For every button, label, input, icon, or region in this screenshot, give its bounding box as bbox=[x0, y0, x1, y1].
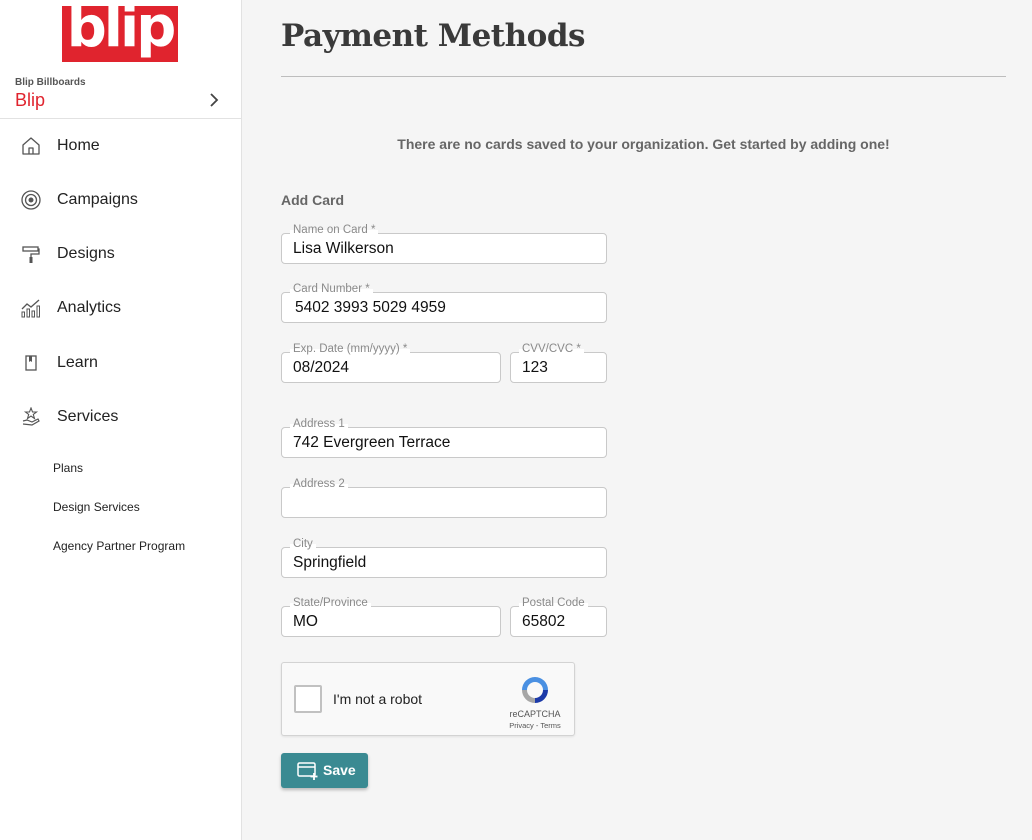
city-value: Springfield bbox=[293, 554, 367, 571]
state-field[interactable]: State/Province MO bbox=[281, 597, 501, 637]
sidebar-item-services[interactable]: Services bbox=[0, 395, 241, 439]
sidebar-subitem-design-services[interactable]: Design Services bbox=[53, 500, 140, 514]
sidebar-item-analytics[interactable]: Analytics bbox=[0, 286, 241, 330]
recaptcha-widget: I'm not a robot reCAPTCHA Privacy - Term… bbox=[281, 662, 575, 736]
exp-date-field[interactable]: Exp. Date (mm/yyyy) * 08/2024 bbox=[281, 343, 501, 383]
cvv-value: 123 bbox=[522, 359, 548, 376]
card-number-field[interactable]: Card Number * 5402 3993 5029 4959 bbox=[281, 283, 607, 323]
cvv-label: CVV/CVC * bbox=[519, 343, 584, 355]
add-card-heading: Add Card bbox=[281, 192, 344, 208]
sidebar-subitem-agency-partner-program[interactable]: Agency Partner Program bbox=[53, 539, 185, 553]
page-title: Payment Methods bbox=[281, 18, 585, 54]
sidebar-item-campaigns[interactable]: Campaigns bbox=[0, 178, 241, 222]
hand-star-icon bbox=[20, 406, 42, 428]
name-on-card-field[interactable]: Name on Card * Lisa Wilkerson bbox=[281, 224, 607, 264]
card-number-value: 5402 3993 5029 4959 bbox=[295, 299, 446, 316]
name-on-card-label: Name on Card * bbox=[290, 224, 379, 236]
cvv-field[interactable]: CVV/CVC * 123 bbox=[510, 343, 607, 383]
empty-cards-message: There are no cards saved to your organiz… bbox=[397, 136, 890, 152]
state-value: MO bbox=[293, 613, 318, 630]
save-button-label: Save bbox=[323, 762, 356, 778]
address1-label: Address 1 bbox=[290, 418, 348, 430]
address2-label: Address 2 bbox=[290, 478, 348, 490]
card-add-icon bbox=[297, 762, 319, 780]
sidebar: blip Blip Billboards Blip Home Campaigns… bbox=[0, 0, 242, 840]
address1-value: 742 Evergreen Terrace bbox=[293, 434, 451, 451]
sidebar-item-designs[interactable]: Designs bbox=[0, 232, 241, 276]
sidebar-divider bbox=[0, 118, 241, 119]
sidebar-item-learn[interactable]: Learn bbox=[0, 341, 241, 385]
recaptcha-logo-icon bbox=[519, 674, 551, 706]
sidebar-item-label: Home bbox=[57, 137, 100, 154]
sidebar-item-home[interactable]: Home bbox=[0, 124, 241, 168]
postal-code-field[interactable]: Postal Code 65802 bbox=[510, 597, 607, 637]
recaptcha-terms-link[interactable]: Privacy - Terms bbox=[500, 721, 570, 730]
sidebar-subitem-plans[interactable]: Plans bbox=[53, 461, 83, 475]
city-field[interactable]: City Springfield bbox=[281, 538, 607, 578]
postal-code-value: 65802 bbox=[522, 613, 566, 630]
save-button[interactable]: Save bbox=[281, 753, 368, 788]
org-name[interactable]: Blip bbox=[15, 90, 45, 111]
org-subtitle: Blip Billboards bbox=[15, 77, 86, 88]
home-icon bbox=[20, 135, 42, 157]
chart-icon bbox=[20, 297, 42, 319]
blip-logo[interactable]: blip bbox=[62, 6, 178, 62]
card-number-label: Card Number * bbox=[290, 283, 373, 295]
recaptcha-checkbox[interactable] bbox=[294, 685, 322, 713]
chevron-right-icon[interactable] bbox=[205, 90, 223, 110]
recaptcha-brand: reCAPTCHA bbox=[509, 709, 561, 719]
sidebar-item-label: Designs bbox=[57, 245, 115, 262]
target-icon bbox=[20, 189, 42, 211]
book-icon bbox=[20, 352, 42, 374]
exp-date-label: Exp. Date (mm/yyyy) * bbox=[290, 343, 411, 355]
name-on-card-value: Lisa Wilkerson bbox=[293, 240, 394, 257]
sidebar-item-label: Learn bbox=[57, 354, 98, 371]
state-label: State/Province bbox=[290, 597, 371, 609]
sidebar-item-label: Campaigns bbox=[57, 191, 138, 208]
exp-date-value: 08/2024 bbox=[293, 359, 350, 376]
sidebar-item-label: Analytics bbox=[57, 299, 122, 316]
recaptcha-label: I'm not a robot bbox=[333, 691, 423, 707]
paint-roller-icon bbox=[20, 243, 42, 265]
address2-field[interactable]: Address 2 bbox=[281, 478, 607, 518]
title-divider bbox=[281, 76, 1006, 77]
postal-code-label: Postal Code bbox=[519, 597, 588, 609]
address1-field[interactable]: Address 1 742 Evergreen Terrace bbox=[281, 418, 607, 458]
sidebar-item-label: Services bbox=[57, 408, 119, 425]
city-label: City bbox=[290, 538, 316, 550]
